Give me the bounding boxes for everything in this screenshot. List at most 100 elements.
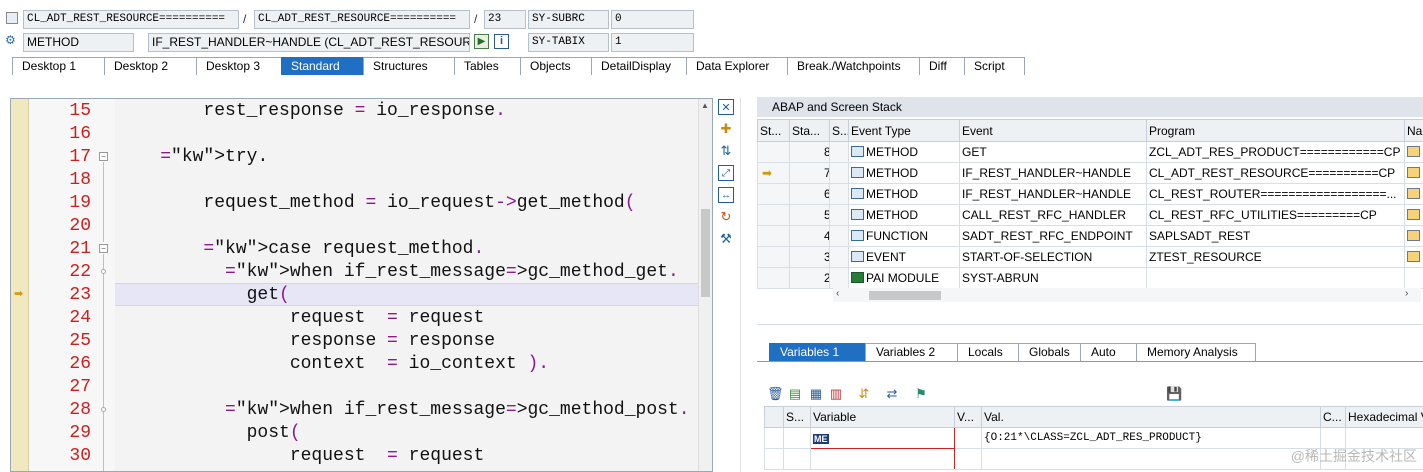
source-code-editor[interactable]: ➡ − − 15 rest_response = io_response. 16 1… [10,98,713,472]
tab-data-explorer[interactable]: Data Explorer [686,57,788,75]
navigate-icon[interactable]: ▶ [474,34,489,49]
line-number-field[interactable]: 23 [484,10,526,29]
pane-splitter[interactable] [740,98,754,472]
navigate-cell[interactable] [1404,183,1423,205]
variable-column-header[interactable]: Val. [981,406,1321,428]
navigate-cell[interactable] [1404,246,1423,268]
tab-auto[interactable]: Auto [1080,343,1137,361]
tab-desktop-2[interactable]: Desktop 2 [104,57,197,75]
code-line[interactable]: ="kw">when if_rest_message=>gc_method_ge… [117,261,679,284]
refresh-icon[interactable]: ↻ [718,209,734,225]
stack-column-header[interactable]: Na... [1404,119,1423,142]
code-line[interactable]: request = request [117,307,484,330]
sysvar1-name[interactable]: SY-SUBRC [528,10,609,29]
variable-column-header[interactable]: C... [1320,406,1346,428]
code-line[interactable]: ="kw">try. [117,146,268,169]
code-line[interactable]: post( [117,422,301,445]
tab-structures[interactable]: Structures [363,57,455,75]
event-type-field[interactable]: METHOD [23,33,134,52]
append-row-icon[interactable]: ▦ [808,386,824,402]
source-code-icon[interactable] [1407,209,1420,220]
stack-column-header[interactable]: St... [757,119,790,142]
tab-variables-1[interactable]: Variables 1 [769,343,866,361]
insert-row-icon[interactable]: ▤ [787,386,803,402]
tab-variables-2[interactable]: Variables 2 [865,343,958,361]
stack-row[interactable]: 5 METHOD CALL_REST_RFC_HANDLERCL_REST_RFC_… [757,204,1423,226]
info-icon[interactable]: i [494,34,509,49]
delete-icon[interactable]: 🗑 [767,386,784,402]
save-icon[interactable]: 💾 [1166,386,1182,402]
navigate-cell[interactable] [1404,162,1423,184]
tab-memory-analysis[interactable]: Memory Analysis [1136,343,1256,361]
code-line[interactable]: rest_response = io_response. [117,100,505,123]
tab-desktop-1[interactable]: Desktop 1 [12,57,105,75]
source-code-icon[interactable] [1407,251,1420,262]
navigate-cell[interactable] [1404,204,1423,226]
source-code-icon[interactable] [1407,167,1420,178]
tab-diff[interactable]: Diff [919,57,965,75]
stack-column-header[interactable]: Sta... [789,119,830,142]
fold-toggle-icon[interactable]: − [99,152,108,161]
source-code-icon[interactable] [1407,188,1420,199]
variable-column-header[interactable]: Hexadecimal V [1345,406,1423,428]
swap-tool-icon[interactable]: ⇅ [718,143,734,159]
variable-value-cell[interactable]: {O:21*\CLASS=ZCL_ADT_RES_PRODUCT} [981,427,1321,449]
variable-column-header[interactable]: V... [954,406,982,428]
flag-icon[interactable]: ⚑ [913,386,929,402]
fullscreen-icon[interactable]: ⤢ [718,165,734,181]
row-selector[interactable] [764,427,784,449]
scroll-thumb[interactable] [701,209,710,297]
stack-column-header[interactable]: Event [959,119,1147,142]
tab-standard[interactable]: Standard [281,57,364,75]
sort-icon[interactable]: ⇵ [856,386,872,402]
tab-tables[interactable]: Tables [454,57,521,75]
event-name-field[interactable]: IF_REST_HANDLER~HANDLE (CL_ADT_REST_RESO… [148,33,470,52]
program-field[interactable]: CL_ADT_REST_RESOURCE========== [23,10,239,29]
fold-toggle-icon[interactable]: − [99,244,108,253]
scroll-left-icon[interactable]: ‹ [836,288,839,299]
variable-column-header[interactable]: S... [783,406,811,428]
tab-locals[interactable]: Locals [957,343,1019,361]
transfer-icon[interactable]: ⇄ [884,386,900,402]
source-code-icon[interactable] [1407,146,1420,157]
delete-row-icon[interactable]: ▥ [828,386,844,402]
stack-row[interactable]: 2 PAI MODULE SYST-ABRUN [757,267,1423,289]
sysvar2-name[interactable]: SY-TABIX [528,33,609,52]
maximize-icon[interactable]: ↔ [718,187,734,203]
panel-divider[interactable] [757,324,1423,325]
stack-row[interactable]: 3 EVENT START-OF-SELECTIONZTEST_RESOURCE [757,246,1423,268]
stack-column-header[interactable]: Program [1146,119,1405,142]
settings-tool-icon[interactable]: ⚒ [718,231,734,247]
tab-objects[interactable]: Objects [520,57,592,75]
empty-cell[interactable] [810,448,955,470]
empty-cell[interactable] [764,448,784,470]
code-line[interactable]: request = request [117,445,484,468]
stack-hscrollbar[interactable]: ‹ › [833,288,1421,302]
close-pane-icon[interactable]: ✕ [718,99,734,115]
stack-column-header[interactable]: Event Type [848,119,960,142]
stack-row[interactable]: ➡ 7 METHOD IF_REST_HANDLER~HANDLECL_ADT_RES… [757,162,1423,184]
variable-name-cell[interactable]: ME [810,427,955,449]
sysvar1-value[interactable]: 0 [611,10,694,29]
stack-row[interactable]: 4 FUNCTION SADT_REST_RFC_ENDPOINTSAPLSADT_… [757,225,1423,247]
scroll-thumb[interactable] [869,291,941,300]
code-line[interactable]: response = response [117,330,495,353]
navigate-cell[interactable] [1404,225,1423,247]
row-selector-header[interactable] [764,406,784,428]
tab-globals[interactable]: Globals [1018,343,1081,361]
variable-column-header[interactable]: Variable [810,406,955,428]
stack-row[interactable]: 8 METHOD GETZCL_ADT_RES_PRODUCT===========… [757,141,1423,163]
code-line[interactable]: get( [117,284,290,307]
tab-script[interactable]: Script [964,57,1025,75]
scroll-up-icon[interactable]: ▲ [701,101,709,110]
tab-break-watchpoints[interactable]: Break./Watchpoints [787,57,920,75]
stack-column-header[interactable]: S... [829,119,849,142]
code-line[interactable]: context = io_context ). [117,353,549,376]
scroll-right-icon[interactable]: › [1405,288,1408,299]
tab-desktop-3[interactable]: Desktop 3 [196,57,282,75]
include-field[interactable]: CL_ADT_REST_RESOURCE========== [254,10,470,29]
stack-row[interactable]: 6 METHOD IF_REST_HANDLER~HANDLECL_REST_ROU… [757,183,1423,205]
breakpoint-gutter[interactable] [11,99,29,471]
code-line[interactable]: ="kw">when if_rest_message=>gc_method_po… [117,399,690,422]
empty-cell[interactable] [981,448,1321,470]
